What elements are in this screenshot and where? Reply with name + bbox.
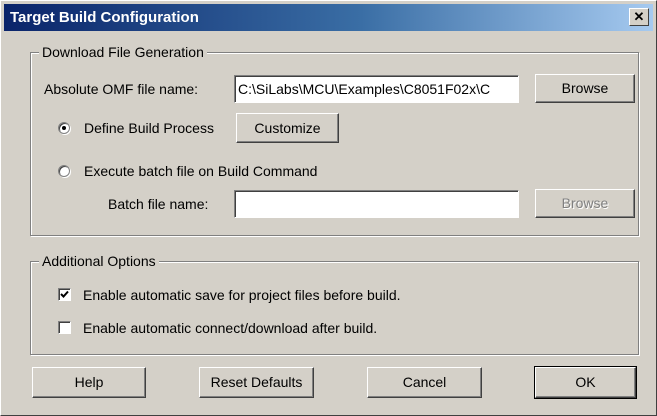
batch-file-label: Batch file name: [108,196,209,212]
omf-file-input[interactable]: C:\SiLabs\MCU\Examples\C8051F02x\C [234,75,519,103]
execute-batch-radio[interactable] [58,165,70,177]
auto-connect-label: Enable automatic connect/download after … [83,320,378,336]
help-button[interactable]: Help [32,367,146,398]
batch-browse-button: Browse [535,189,635,218]
batch-file-input[interactable] [234,190,519,218]
dialog-window: Target Build Configuration ✕ Download Fi… [0,0,657,416]
reset-defaults-button[interactable]: Reset Defaults [199,367,314,398]
auto-save-label: Enable automatic save for project files … [83,287,401,303]
cancel-button[interactable]: Cancel [367,367,482,398]
define-build-radio[interactable] [58,122,70,134]
execute-batch-label: Execute batch file on Build Command [84,163,318,179]
auto-connect-checkbox[interactable] [58,321,71,334]
checkmark-icon [60,290,69,298]
download-group-legend: Download File Generation [39,43,207,61]
close-icon: ✕ [633,9,645,24]
additional-options-group: Additional Options [30,252,639,355]
title-bar[interactable]: Target Build Configuration ✕ [4,4,653,31]
auto-save-checkbox[interactable] [58,288,71,301]
close-button[interactable]: ✕ [629,8,649,26]
options-group-legend: Additional Options [39,252,159,270]
ok-button[interactable]: OK [534,366,637,399]
omf-file-label: Absolute OMF file name: [44,81,199,97]
window-title: Target Build Configuration [10,9,199,26]
define-build-label: Define Build Process [84,120,214,136]
customize-button[interactable]: Customize [236,113,339,143]
omf-browse-button[interactable]: Browse [535,74,635,103]
